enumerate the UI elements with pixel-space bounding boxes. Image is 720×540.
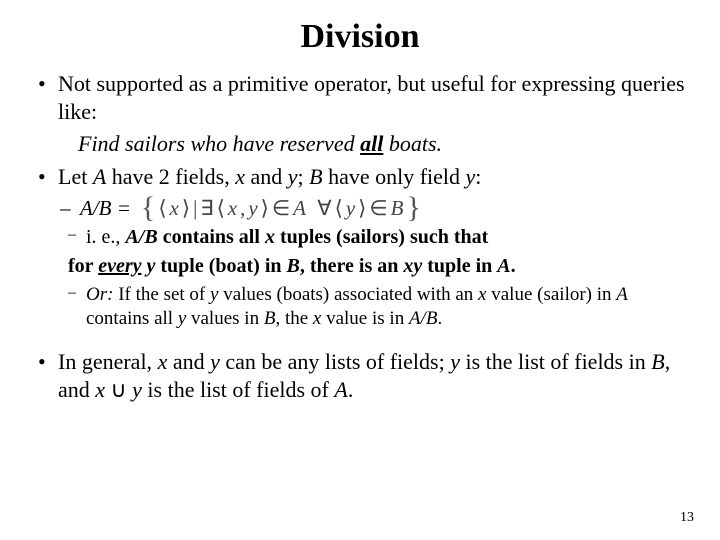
t: A/B bbox=[409, 308, 438, 329]
subsub-1: i. e., A/B contains all x tuples (sailor… bbox=[68, 225, 690, 250]
t: tuple (boat) in bbox=[155, 255, 286, 277]
t: y bbox=[210, 349, 220, 374]
example-line: Find sailors who have reserved all boats… bbox=[30, 131, 690, 157]
subsub-2: Or: If the set of y values (boats) assoc… bbox=[68, 283, 690, 331]
t: for bbox=[68, 255, 98, 277]
sub-1: A/B = { ⟨x⟩ | ∃ ⟨x,y⟩ ∈ A ∀ ⟨y⟩ ∈ B bbox=[58, 195, 690, 221]
t: A bbox=[497, 255, 510, 277]
t: In general, bbox=[58, 349, 158, 374]
t: , the bbox=[275, 308, 312, 329]
brace-left: { bbox=[141, 196, 155, 220]
division-formula: { ⟨x⟩ | ∃ ⟨x,y⟩ ∈ A ∀ ⟨y⟩ ∈ B } bbox=[141, 195, 421, 221]
t: A bbox=[93, 164, 106, 189]
fB: B bbox=[391, 195, 404, 221]
t: y bbox=[450, 349, 460, 374]
t: If the set of bbox=[113, 284, 210, 305]
t: A bbox=[616, 284, 628, 305]
t: and bbox=[245, 164, 288, 189]
t: value (sailor) in bbox=[486, 284, 616, 305]
exists: ∃ bbox=[200, 195, 213, 221]
t: y bbox=[178, 308, 186, 329]
slide-title: Division bbox=[30, 18, 690, 56]
in1: ∈ bbox=[272, 195, 290, 221]
bullet-list-3: In general, x and y can be any lists of … bbox=[30, 348, 690, 403]
subsub-list: i. e., A/B contains all x tuples (sailor… bbox=[58, 225, 690, 250]
angle-r2: ⟩ bbox=[261, 195, 269, 221]
t: i. e., bbox=[86, 226, 125, 248]
t: , there is an bbox=[300, 255, 404, 277]
t: ; bbox=[297, 164, 309, 189]
t: Or: bbox=[86, 284, 113, 305]
t: have 2 fields, bbox=[106, 164, 235, 189]
t: tuple in bbox=[422, 255, 497, 277]
t: and bbox=[167, 349, 210, 374]
bullet-1-text: Not supported as a primitive operator, b… bbox=[58, 71, 685, 124]
t: y bbox=[466, 164, 476, 189]
subsub-list-2: Or: If the set of y values (boats) assoc… bbox=[58, 283, 690, 331]
page-number: 13 bbox=[680, 510, 694, 526]
fA: A bbox=[293, 195, 306, 221]
t: tuples (sailors) such that bbox=[275, 226, 488, 248]
example-post: boats. bbox=[383, 131, 442, 156]
union-symbol: ∪ bbox=[105, 377, 132, 402]
t: : bbox=[475, 164, 481, 189]
example-pre: Find sailors who have reserved bbox=[78, 131, 360, 156]
fx: x bbox=[170, 195, 179, 221]
t: can be any lists of fields; bbox=[220, 349, 450, 374]
t: . bbox=[437, 308, 442, 329]
angle-l3: ⟨ bbox=[335, 195, 343, 221]
angle-l2: ⟨ bbox=[217, 195, 225, 221]
subsub-1-line2: for every y tuple (boat) in B, there is … bbox=[58, 254, 690, 279]
t: B bbox=[309, 164, 322, 189]
t: contains all bbox=[86, 308, 178, 329]
angle-r: ⟩ bbox=[182, 195, 190, 221]
t: A/B bbox=[125, 226, 157, 248]
fy: y bbox=[248, 195, 257, 221]
t: values in bbox=[186, 308, 264, 329]
ab-equals: A/B = bbox=[80, 195, 131, 221]
t: is the list of fields in bbox=[460, 349, 651, 374]
t: x bbox=[265, 226, 275, 248]
in2: ∈ bbox=[369, 195, 387, 221]
bullet-list: Not supported as a primitive operator, b… bbox=[30, 70, 690, 125]
t: every bbox=[98, 255, 141, 277]
bar: | bbox=[193, 195, 197, 221]
bullet-list-2: Let A have 2 fields, x and y; B have onl… bbox=[30, 163, 690, 330]
t: A bbox=[334, 377, 347, 402]
t: B bbox=[651, 349, 664, 374]
t: . bbox=[348, 377, 354, 402]
t: values (boats) associated with an bbox=[218, 284, 478, 305]
fy2: y bbox=[346, 195, 355, 221]
bullet-1: Not supported as a primitive operator, b… bbox=[30, 70, 690, 125]
t: Let bbox=[58, 164, 93, 189]
bullet-3: In general, x and y can be any lists of … bbox=[30, 348, 690, 403]
t: value is in bbox=[321, 308, 409, 329]
t: x bbox=[158, 349, 168, 374]
t: is the list of fields of bbox=[142, 377, 334, 402]
t: xy bbox=[403, 255, 422, 277]
t: y bbox=[132, 377, 142, 402]
t: . bbox=[511, 255, 516, 277]
angle-r3: ⟩ bbox=[358, 195, 366, 221]
t: B bbox=[264, 308, 276, 329]
t: x bbox=[235, 164, 245, 189]
fx2: x bbox=[228, 195, 237, 221]
t: x bbox=[95, 377, 105, 402]
bullet-2: Let A have 2 fields, x and y; B have onl… bbox=[30, 163, 690, 330]
angle-l: ⟨ bbox=[158, 195, 166, 221]
example-all: all bbox=[360, 131, 383, 156]
sub-list: A/B = { ⟨x⟩ | ∃ ⟨x,y⟩ ∈ A ∀ ⟨y⟩ ∈ B bbox=[58, 195, 690, 221]
comma: , bbox=[240, 195, 245, 221]
forall: ∀ bbox=[317, 195, 331, 221]
t: contains all bbox=[158, 226, 265, 248]
t: B bbox=[287, 255, 300, 277]
t: have only field bbox=[323, 164, 466, 189]
brace-right: } bbox=[406, 196, 420, 220]
